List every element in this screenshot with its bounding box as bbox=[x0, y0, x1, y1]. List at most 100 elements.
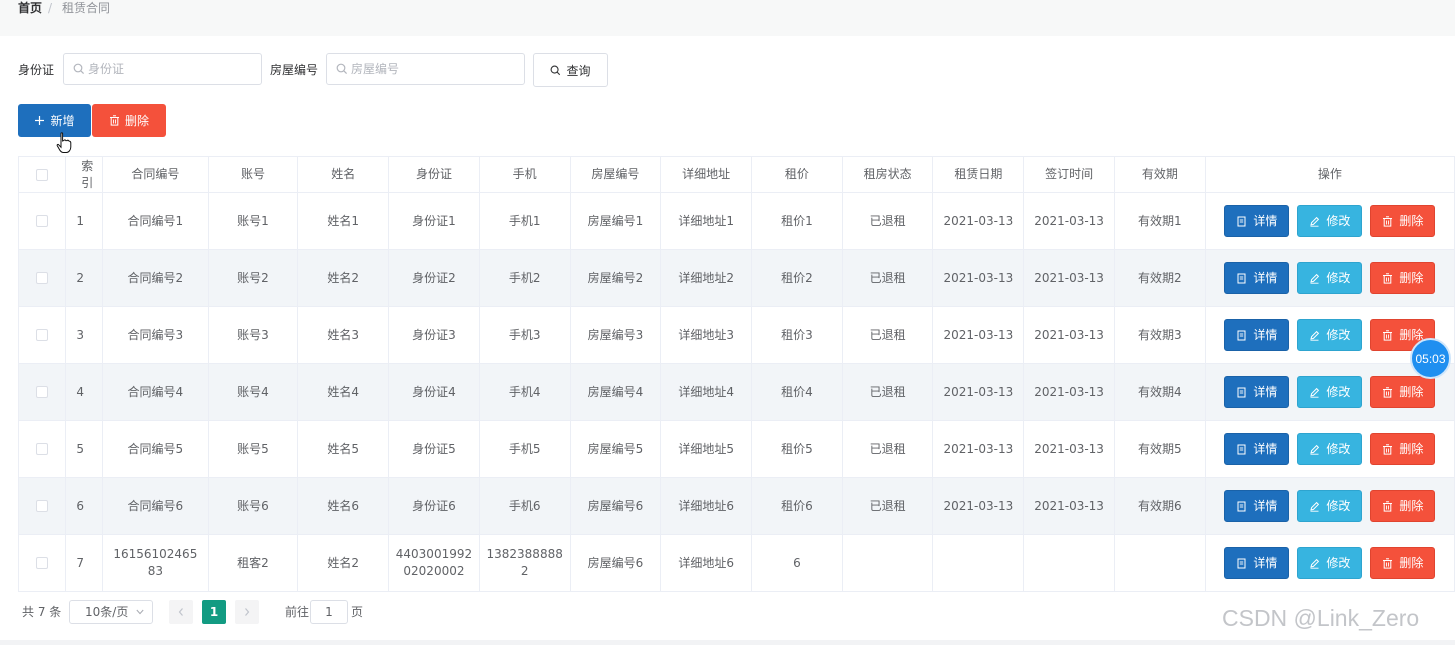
cell-sign-time bbox=[1024, 535, 1115, 591]
edit-button-label: 修改 bbox=[1326, 441, 1351, 456]
delete-button[interactable]: 删除 bbox=[1370, 433, 1436, 465]
delete-button[interactable]: 删除 bbox=[1370, 376, 1436, 408]
column-header-id-card: 身份证 bbox=[389, 157, 480, 192]
table-row: 5 合同编号5 账号5 姓名5 身份证5 手机5 房屋编号5 详细地址5 租价5 已退租 2021-… bbox=[19, 421, 1455, 478]
row-checkbox[interactable] bbox=[36, 443, 49, 455]
row-checkbox[interactable] bbox=[36, 215, 49, 227]
prev-page-button[interactable] bbox=[169, 600, 193, 624]
delete-button[interactable]: 删除 bbox=[1370, 205, 1436, 237]
cell-address: 详细地址6 bbox=[661, 478, 753, 534]
house-number-label: 房屋编号 bbox=[270, 63, 319, 77]
recording-timer-badge[interactable]: 05:03 bbox=[1410, 338, 1451, 379]
row-checkbox[interactable] bbox=[36, 272, 49, 284]
edit-button[interactable]: 修改 bbox=[1297, 490, 1363, 522]
cell-house-no: 房屋编号3 bbox=[571, 307, 662, 363]
detail-button[interactable]: 详情 bbox=[1224, 376, 1290, 408]
row-checkbox[interactable] bbox=[36, 500, 49, 512]
cell-validity: 有效期2 bbox=[1115, 250, 1206, 306]
row-checkbox[interactable] bbox=[36, 386, 49, 398]
breadcrumb-current: 租赁合同 bbox=[62, 1, 111, 15]
delete-button-label: 删除 bbox=[1399, 555, 1424, 570]
cell-phone: 1382388888 2 bbox=[480, 535, 571, 591]
house-number-input[interactable] bbox=[351, 54, 518, 84]
cell-id-card: 4403001992 02020002 bbox=[389, 535, 480, 591]
row-select-cell bbox=[19, 250, 67, 306]
cell-sign-time: 2021-03-13 bbox=[1024, 478, 1115, 534]
cell-rent-status: 已退租 bbox=[843, 193, 934, 249]
detail-button[interactable]: 详情 bbox=[1224, 262, 1290, 294]
trash-icon bbox=[1383, 272, 1393, 284]
cell-id-card: 身份证3 bbox=[389, 307, 480, 363]
row-checkbox[interactable] bbox=[36, 329, 49, 341]
table-row: 6 合同编号6 账号6 姓名6 身份证6 手机6 房屋编号6 详细地址6 租价6 已退租 2021-… bbox=[19, 478, 1455, 535]
cell-address: 详细地址1 bbox=[661, 193, 753, 249]
next-page-button[interactable] bbox=[235, 600, 259, 624]
cell-rent-price: 租价6 bbox=[752, 478, 843, 534]
breadcrumb-separator: / bbox=[48, 1, 53, 15]
cell-phone: 手机5 bbox=[480, 421, 571, 477]
cell-rent-price: 租价3 bbox=[752, 307, 843, 363]
row-checkbox[interactable] bbox=[36, 557, 49, 569]
cell-name: 姓名2 bbox=[298, 535, 390, 591]
edit-button[interactable]: 修改 bbox=[1297, 319, 1363, 351]
cell-id-card: 身份证2 bbox=[389, 250, 480, 306]
cell-rent-date: 2021-03-13 bbox=[933, 364, 1025, 420]
goto-page-input[interactable] bbox=[311, 601, 347, 623]
delete-button[interactable]: 删除 bbox=[1370, 490, 1436, 522]
cell-address: 详细地址4 bbox=[661, 364, 753, 420]
select-all-checkbox[interactable] bbox=[36, 168, 49, 181]
pencil-icon bbox=[1310, 501, 1320, 512]
trash-icon bbox=[1383, 443, 1393, 455]
delete-button[interactable]: 删除 bbox=[1370, 262, 1436, 294]
breadcrumb: 首页 / 租赁合同 bbox=[0, 0, 1455, 37]
edit-button[interactable]: 修改 bbox=[1297, 262, 1363, 294]
document-icon bbox=[1237, 216, 1246, 226]
cell-house-no: 房屋编号6 bbox=[571, 535, 662, 591]
cell-index: 6 bbox=[66, 478, 104, 534]
chevron-right-icon bbox=[245, 608, 250, 616]
page-number-current[interactable]: 1 bbox=[202, 600, 226, 624]
cell-account: 账号2 bbox=[209, 250, 299, 306]
trash-icon bbox=[1383, 386, 1393, 398]
detail-button[interactable]: 详情 bbox=[1224, 433, 1290, 465]
query-button[interactable]: 查询 bbox=[533, 53, 608, 87]
trash-icon bbox=[1383, 500, 1393, 512]
cell-rent-price: 租价4 bbox=[752, 364, 843, 420]
detail-button[interactable]: 详情 bbox=[1224, 205, 1290, 237]
hand-cursor-icon bbox=[56, 132, 72, 153]
cell-contract-no: 合同编号4 bbox=[103, 364, 209, 420]
plus-icon bbox=[35, 116, 45, 125]
detail-button[interactable]: 详情 bbox=[1224, 490, 1290, 522]
document-icon bbox=[1237, 273, 1246, 283]
cell-validity: 有效期1 bbox=[1115, 193, 1206, 249]
cell-validity: 有效期3 bbox=[1115, 307, 1206, 363]
add-button[interactable]: 新增 bbox=[18, 104, 91, 137]
cell-account: 账号3 bbox=[209, 307, 299, 363]
cell-actions: 详情 修改 删除 bbox=[1206, 193, 1455, 249]
detail-button[interactable]: 详情 bbox=[1224, 547, 1290, 579]
cell-sign-time: 2021-03-13 bbox=[1024, 193, 1115, 249]
page-size-select[interactable]: 10条/页 bbox=[69, 600, 153, 624]
cell-actions: 详情 修改 删除 bbox=[1206, 478, 1455, 534]
table-header-row: 索引 合同编号 账号 姓名 身份证 手机 房屋编号 详细地址 租价 租房状态 租赁日期 签订时间 有效期… bbox=[19, 157, 1455, 193]
cell-sign-time: 2021-03-13 bbox=[1024, 364, 1115, 420]
delete-button[interactable]: 删除 bbox=[1370, 547, 1436, 579]
edit-button[interactable]: 修改 bbox=[1297, 376, 1363, 408]
batch-delete-button[interactable]: 删除 bbox=[92, 104, 166, 137]
edit-button[interactable]: 修改 bbox=[1297, 433, 1363, 465]
cell-phone: 手机3 bbox=[480, 307, 571, 363]
cell-index: 2 bbox=[66, 250, 104, 306]
id-card-input[interactable] bbox=[88, 54, 255, 84]
detail-button-label: 详情 bbox=[1253, 498, 1278, 513]
row-select-cell bbox=[19, 535, 67, 591]
edit-button[interactable]: 修改 bbox=[1297, 205, 1363, 237]
cell-rent-date: 2021-03-13 bbox=[933, 250, 1025, 306]
document-icon bbox=[1237, 330, 1246, 340]
cell-rent-status bbox=[843, 535, 934, 591]
column-header-rent-price: 租价 bbox=[752, 157, 843, 192]
breadcrumb-home[interactable]: 首页 bbox=[18, 1, 42, 15]
column-header-house-no: 房屋编号 bbox=[571, 157, 662, 192]
detail-button-label: 详情 bbox=[1253, 384, 1278, 399]
edit-button[interactable]: 修改 bbox=[1297, 547, 1363, 579]
detail-button[interactable]: 详情 bbox=[1224, 319, 1290, 351]
